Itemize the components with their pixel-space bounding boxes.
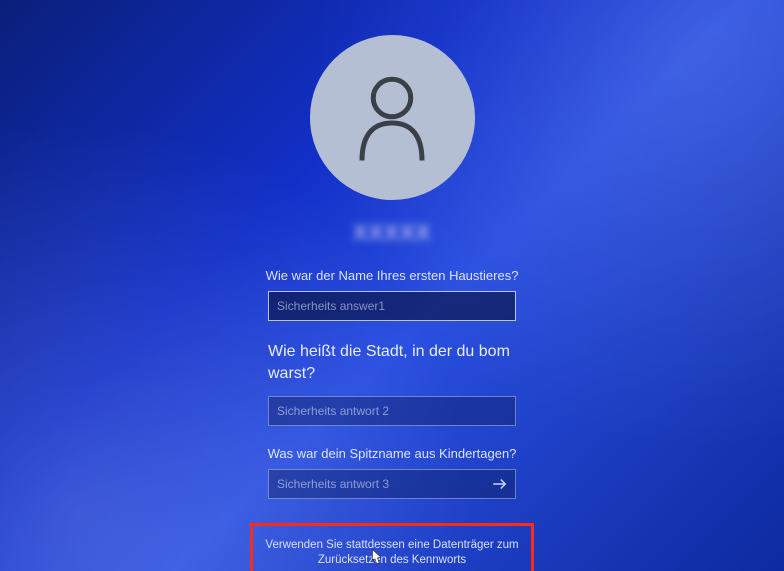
avatar	[310, 35, 475, 200]
user-icon	[352, 73, 432, 163]
submit-arrow-icon[interactable]	[488, 472, 512, 496]
security-answer-3-input[interactable]	[268, 469, 516, 499]
login-security-questions-panel: XXXXX Wie war der Name Ihres ersten Haus…	[132, 35, 652, 571]
security-question-2: Wie heißt die Stadt, in der du bom warst…	[268, 341, 516, 384]
answer-3-row	[268, 469, 516, 499]
security-question-3: Was war dein Spitzname aus Kindertagen?	[242, 446, 542, 461]
use-password-reset-disk-link[interactable]: Verwenden Sie stattdessen eine Datenträg…	[261, 538, 523, 568]
security-answer-2-input[interactable]	[268, 396, 516, 426]
security-answer-1-input[interactable]	[268, 291, 516, 321]
username-label: XXXXX	[353, 220, 431, 246]
security-question-1: Wie war der Name Ihres ersten Haustieres…	[242, 268, 542, 283]
answer-2-row	[268, 396, 516, 426]
answer-1-row	[268, 291, 516, 321]
reset-disk-link-highlight: Verwenden Sie stattdessen eine Datenträg…	[250, 523, 534, 571]
